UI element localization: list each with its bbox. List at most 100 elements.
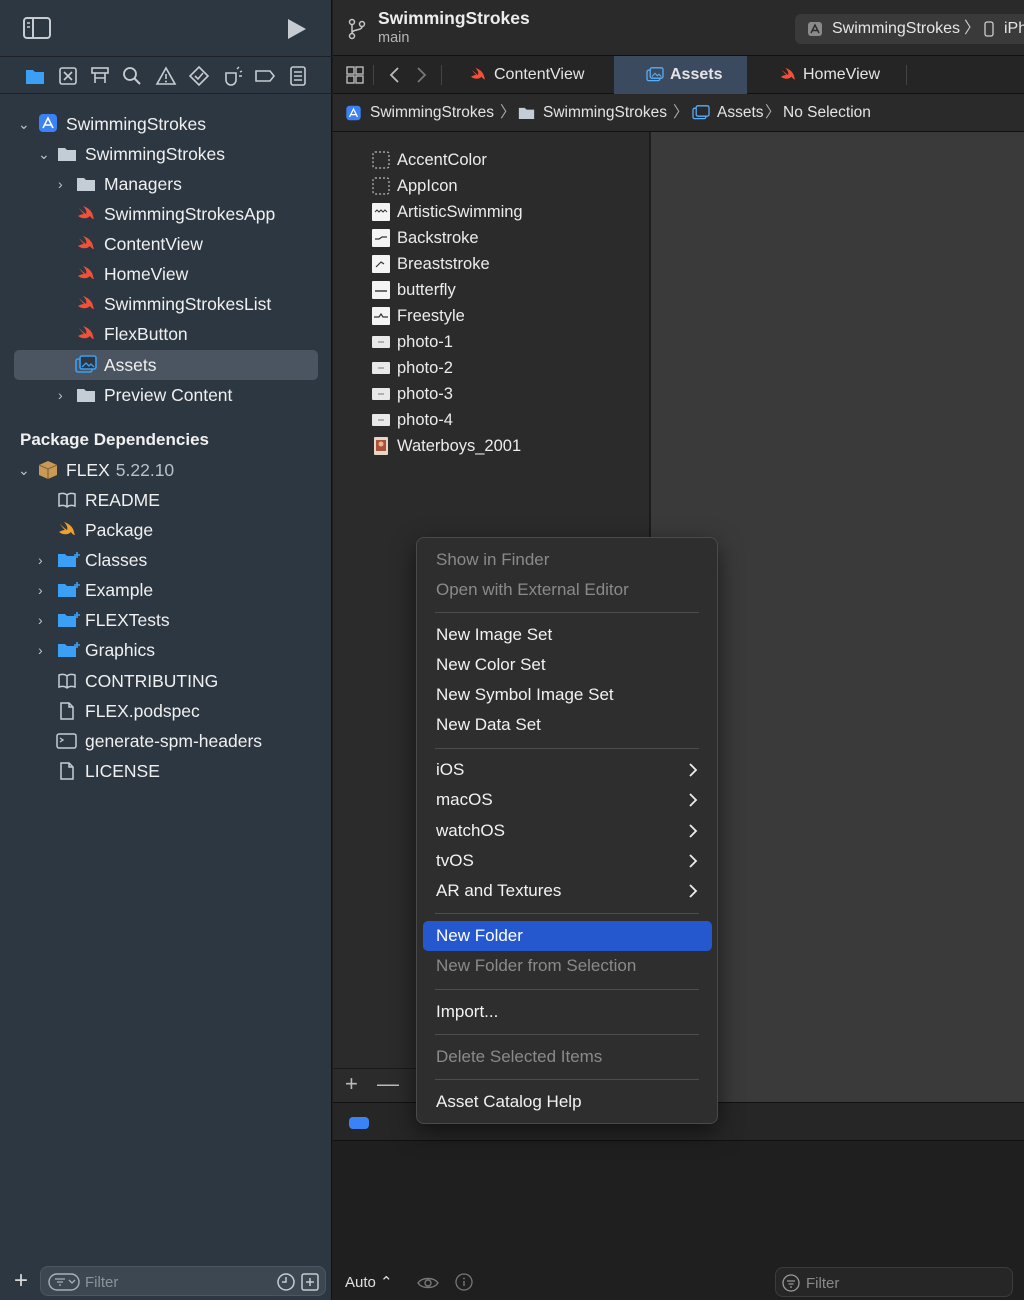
tree-item-folder[interactable]: › FLEXTests — [0, 605, 332, 635]
navigator-filter-input[interactable] — [85, 1271, 265, 1293]
tree-item-folder[interactable]: › Classes — [0, 545, 332, 575]
asset-item[interactable]: Breaststroke — [333, 251, 650, 277]
recent-files-icon[interactable] — [276, 1272, 296, 1292]
filter-options-icon[interactable] — [48, 1272, 80, 1292]
branch-icon — [348, 18, 366, 40]
tree-item-assets-selected[interactable]: Assets — [0, 350, 332, 380]
jump-bar-item[interactable]: No Selection — [783, 94, 871, 132]
source-control-navigator-icon[interactable] — [57, 65, 79, 87]
tree-item-project[interactable]: ⌄ SwimmingStrokes — [0, 109, 332, 139]
tree-item-file[interactable]: FlexButton — [0, 319, 332, 349]
add-asset-button[interactable]: + — [345, 1071, 358, 1097]
menu-item-new-data-set[interactable]: New Data Set — [423, 710, 712, 740]
tree-item-file[interactable]: CONTRIBUTING — [0, 666, 332, 696]
tab-contentview[interactable]: ContentView — [455, 56, 613, 94]
jump-bar-item[interactable]: SwimmingStrokes — [370, 94, 494, 132]
tree-item-folder[interactable]: › Example — [0, 575, 332, 605]
debug-filter-bar: Auto ⌃ — [333, 1265, 1024, 1300]
asset-item[interactable]: photo-1 — [333, 329, 650, 355]
menu-item-macos[interactable]: macOS — [423, 785, 712, 815]
tree-item-file[interactable]: FLEX.podspec — [0, 696, 332, 726]
menu-item-delete-selected-items[interactable]: Delete Selected Items — [423, 1042, 712, 1072]
tree-item-file[interactable]: SwimmingStrokesList — [0, 289, 332, 319]
chevron-right-icon[interactable]: › — [38, 545, 52, 575]
tree-item-package[interactable]: ⌄ FLEX 5.22.10 — [0, 455, 332, 485]
menu-item-watchos[interactable]: watchOS — [423, 816, 712, 846]
tab-homeview[interactable]: HomeView — [763, 56, 905, 94]
report-navigator-icon[interactable] — [287, 65, 309, 87]
chevron-down-icon[interactable]: ⌄ — [38, 139, 52, 169]
chevron-down-icon[interactable]: ⌄ — [18, 455, 32, 485]
chevron-right-icon[interactable]: › — [38, 575, 52, 605]
console-filter-input[interactable] — [806, 1272, 996, 1294]
tree-item-folder[interactable]: › Managers — [0, 169, 332, 199]
project-navigator-icon[interactable] — [24, 65, 46, 87]
tree-item-file[interactable]: generate-spm-headers — [0, 726, 332, 756]
asset-item[interactable]: Backstroke — [333, 225, 650, 251]
chevron-left-icon[interactable] — [385, 65, 405, 85]
tree-item-file[interactable]: SwimmingStrokesApp — [0, 199, 332, 229]
add-file-button[interactable]: + — [14, 1266, 34, 1296]
menu-item-asset-catalog-help[interactable]: Asset Catalog Help — [423, 1087, 712, 1117]
variables-scope-selector[interactable]: Auto ⌃ — [345, 1273, 393, 1291]
menu-item-show-in-finder[interactable]: Show in Finder — [423, 545, 712, 575]
test-navigator-icon[interactable] — [188, 65, 210, 87]
asset-item[interactable]: photo-2 — [333, 355, 650, 381]
menu-item-ios[interactable]: iOS — [423, 755, 712, 785]
related-items-icon[interactable] — [345, 65, 365, 85]
source-control-filter-icon[interactable] — [300, 1272, 320, 1292]
asset-item[interactable]: butterfly — [333, 277, 650, 303]
asset-item[interactable]: Freestyle — [333, 303, 650, 329]
find-navigator-icon[interactable] — [121, 65, 143, 87]
tree-item-folder[interactable]: › Preview Content — [0, 380, 332, 410]
debug-area-toggle-icon[interactable] — [349, 1117, 369, 1129]
run-destination[interactable]: iPh — [1004, 14, 1024, 44]
eye-icon[interactable] — [417, 1275, 439, 1291]
tree-item-file[interactable]: LICENSE — [0, 756, 332, 786]
tree-item-folder[interactable]: › Graphics — [0, 635, 332, 665]
chevron-down-icon[interactable]: ⌄ — [18, 109, 32, 139]
breakpoint-navigator-icon[interactable] — [254, 65, 276, 87]
chevron-right-icon[interactable]: › — [58, 380, 72, 410]
chevron-right-icon[interactable]: › — [58, 169, 72, 199]
scheme-selector[interactable]: SwimmingStrokes 〉 iPh — [795, 14, 1024, 44]
chevron-right-icon[interactable]: › — [38, 605, 52, 635]
jump-bar-item[interactable]: SwimmingStrokes — [543, 94, 667, 132]
chevron-right-icon[interactable]: › — [38, 635, 52, 665]
remove-asset-button[interactable]: — — [377, 1071, 399, 1097]
chevron-right-icon[interactable] — [411, 65, 431, 85]
info-icon[interactable] — [455, 1273, 473, 1291]
debug-navigator-icon[interactable] — [221, 65, 243, 87]
menu-item-open-with-external-editor[interactable]: Open with External Editor — [423, 575, 712, 605]
asset-item[interactable]: photo-3 — [333, 381, 650, 407]
menu-item-import[interactable]: Import... — [423, 997, 712, 1027]
menu-item-new-image-set[interactable]: New Image Set — [423, 620, 712, 650]
tab-assets[interactable]: Assets — [614, 56, 747, 94]
tree-item-folder[interactable]: ⌄ SwimmingStrokes — [0, 139, 332, 169]
tree-item-file[interactable]: HomeView — [0, 259, 332, 289]
tree-item-file[interactable]: Package — [0, 515, 332, 545]
menu-item-tvos[interactable]: tvOS — [423, 846, 712, 876]
navigator-filter[interactable] — [40, 1266, 326, 1296]
menu-item-new-color-set[interactable]: New Color Set — [423, 650, 712, 680]
tree-item-file[interactable]: ContentView — [0, 229, 332, 259]
asset-item[interactable]: AccentColor — [333, 147, 650, 173]
issue-navigator-icon[interactable] — [155, 65, 177, 87]
tab-label: Assets — [670, 66, 723, 83]
asset-item[interactable]: AppIcon — [333, 173, 650, 199]
asset-item[interactable]: Waterboys_2001 — [333, 433, 650, 459]
jump-bar-item[interactable]: Assets — [717, 94, 764, 132]
asset-label: Breaststroke — [397, 255, 490, 273]
run-icon[interactable] — [283, 16, 309, 42]
menu-item-new-folder[interactable]: New Folder — [423, 921, 712, 951]
tree-item-file[interactable]: README — [0, 485, 332, 515]
branch-name[interactable]: main — [378, 30, 409, 46]
console-filter[interactable] — [775, 1267, 1013, 1297]
asset-item[interactable]: ArtisticSwimming — [333, 199, 650, 225]
menu-item-ar-and-textures[interactable]: AR and Textures — [423, 876, 712, 906]
sidebar-toggle-icon[interactable] — [22, 16, 52, 40]
symbol-navigator-icon[interactable] — [89, 65, 111, 87]
menu-item-new-symbol-image-set[interactable]: New Symbol Image Set — [423, 680, 712, 710]
asset-item[interactable]: photo-4 — [333, 407, 650, 433]
menu-item-new-folder-from-selection[interactable]: New Folder from Selection — [423, 951, 712, 981]
